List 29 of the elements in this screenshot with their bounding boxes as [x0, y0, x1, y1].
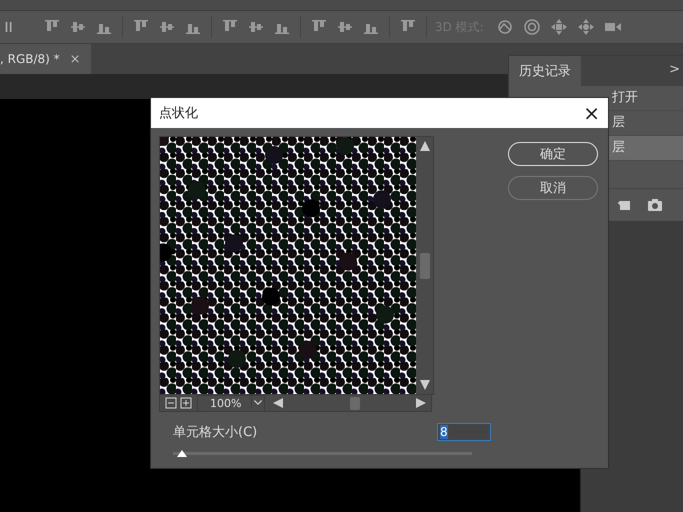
- panel-tab[interactable]: 历史记录: [509, 56, 581, 86]
- roll-icon[interactable]: [522, 18, 541, 36]
- move-icon[interactable]: [550, 18, 568, 36]
- scroll-down-icon[interactable]: [418, 379, 430, 391]
- scroll-left-icon[interactable]: [272, 397, 284, 409]
- zoom-out-icon[interactable]: [165, 397, 177, 409]
- close-icon[interactable]: ×: [70, 52, 81, 66]
- cell-size-slider[interactable]: [173, 449, 472, 457]
- cell-size-field[interactable]: 8: [437, 423, 491, 441]
- scroll-up-icon[interactable]: [418, 140, 430, 152]
- slide-icon[interactable]: [576, 18, 595, 36]
- scroll-right-icon[interactable]: [415, 397, 427, 409]
- scroll-thumb[interactable]: [420, 252, 430, 278]
- ok-button[interactable]: 确定: [508, 142, 598, 166]
- zoom-in-icon[interactable]: [180, 397, 192, 409]
- slider-thumb[interactable]: [176, 449, 187, 457]
- rotate-icon[interactable]: [496, 18, 514, 36]
- cancel-button[interactable]: 取消: [508, 176, 598, 200]
- document-title: , RGB/8) *: [0, 52, 60, 66]
- camera-icon[interactable]: [647, 197, 663, 213]
- vertical-scrollbar[interactable]: [416, 137, 433, 394]
- zoom-dropdown[interactable]: 100%: [197, 394, 266, 412]
- close-button[interactable]: ×: [583, 103, 600, 123]
- chevron-down-icon[interactable]: [251, 397, 264, 409]
- document-tab[interactable]: , RGB/8) * ×: [0, 44, 91, 74]
- collapse-icon[interactable]: >: [669, 56, 683, 86]
- scroll-thumb[interactable]: [350, 396, 360, 410]
- cell-size-label: 单元格大小(C): [173, 424, 258, 441]
- dialog-title: 点状化: [159, 105, 198, 122]
